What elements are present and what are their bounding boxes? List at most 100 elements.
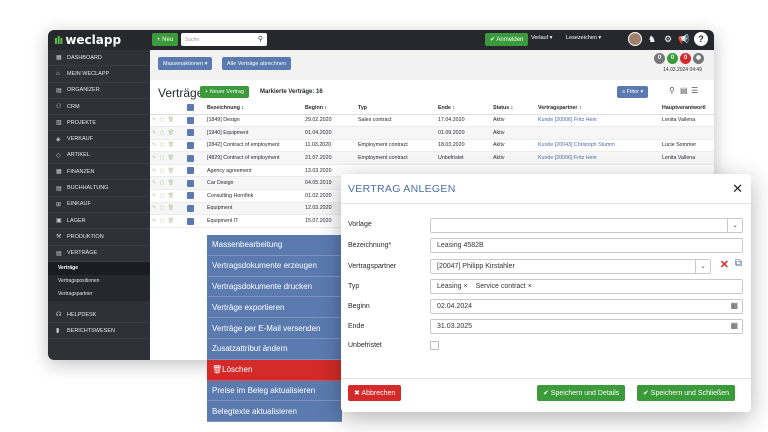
row-action-icons[interactable]: ✎ ▢ 🗑 <box>152 193 175 199</box>
new-contract-button[interactable]: + Neuer Vertrag <box>200 86 249 98</box>
save-close-button[interactable]: ✔ Speichern und Schließen <box>637 385 736 401</box>
type-tag[interactable]: Service contract × <box>476 283 532 290</box>
save-details-button[interactable]: ✔ Speichern und Details <box>537 385 626 401</box>
context-menu-item[interactable]: Vertragsdokumente erzeugen <box>207 255 342 277</box>
avatar[interactable] <box>628 32 642 46</box>
cell-partner[interactable]: Kunde [20006] Fritz Hein <box>536 151 660 165</box>
template-select[interactable]: ⌄ <box>430 218 743 233</box>
filter-button[interactable]: ≡ Filter ▾ <box>617 86 649 98</box>
row-checkbox[interactable] <box>187 204 194 212</box>
status-badge[interactable]: 0 <box>654 53 665 64</box>
type-multiselect[interactable]: Leasing × Service contract × <box>430 279 743 294</box>
context-menu-item[interactable]: Vertragsdokumente drucken <box>207 276 342 298</box>
search-input[interactable]: Suche ⚲ <box>181 33 267 46</box>
type-tag[interactable]: Leasing × <box>437 283 468 290</box>
context-menu-item[interactable]: Massenbearbeitung <box>207 235 342 256</box>
unlimited-checkbox[interactable] <box>430 341 439 350</box>
row-action-icons[interactable]: ✎ ▢ 🗑 <box>152 117 175 123</box>
context-menu-item[interactable]: Zusatzattribut ändern <box>207 338 342 360</box>
sidebar-item-crm[interactable]: ⚇ CRM <box>48 99 150 116</box>
column-header[interactable]: Status ↕ <box>491 102 536 115</box>
sidebar-item-organizer[interactable]: ▤ ORGANIZER <box>48 83 150 99</box>
row-action-icons[interactable]: ✎ ▢ 🗑 <box>152 142 175 148</box>
bookmarks-menu[interactable]: Lesezeichen ▾ <box>566 35 601 41</box>
sidebar-item-dashboard[interactable]: ▦ DASHBOARD <box>48 50 150 67</box>
end-date-field[interactable]: 31.03.2025 ▦ <box>430 319 743 334</box>
row-action-icons[interactable]: ✎ ▢ 🗑 <box>152 218 175 224</box>
search-icon[interactable]: ⚲ <box>669 86 675 95</box>
megaphone-icon[interactable]: 📢 <box>678 33 690 45</box>
sidebar-item-produktion[interactable]: ⚒ PRODUKTION <box>48 229 150 246</box>
sidebar-item-mein-weclapp[interactable]: ⌂ MEIN WECLAPP <box>48 66 150 83</box>
column-header[interactable] <box>185 102 205 115</box>
sidebar-subitem[interactable]: Vertragspositionen <box>48 274 150 288</box>
sidebar-item-helpdesk[interactable]: ☊ HELPDESK <box>48 307 150 324</box>
context-menu-item[interactable]: 🗑 Löschen <box>207 359 342 381</box>
column-header[interactable]: Typ <box>356 102 436 115</box>
sidebar-item-projekte[interactable]: ▥ PROJEKTE <box>48 115 150 132</box>
document-icon[interactable]: ▤ <box>680 86 688 95</box>
sidebar-item-einkauf[interactable]: ⊞ EINKAUF <box>48 197 150 213</box>
context-menu-item[interactable]: Verträge exportieren <box>207 297 342 319</box>
sidebar-item-verkauf[interactable]: ◈ VERKAUF <box>48 131 150 148</box>
context-menu-item[interactable]: Preise im Beleg aktualisieren <box>207 380 342 402</box>
table-row[interactable]: ✎ ▢ 🗑 [1940] Equipment 01.04.2020 01.09.202… <box>150 126 714 140</box>
login-button[interactable]: ✔ Anmelden <box>485 33 529 46</box>
column-header[interactable] <box>150 102 185 115</box>
sidebar-item-verträge[interactable]: ▤ VERTRÄGE <box>48 246 150 262</box>
bill-all-contracts-button[interactable]: Alle Verträge abrechnen <box>222 57 292 70</box>
column-header[interactable]: Vertragspartner ↕ <box>536 102 660 115</box>
table-row[interactable]: ✎ ▢ 🗑 [1849] Design 29.02.2020 Sales contra… <box>150 114 714 128</box>
row-checkbox[interactable] <box>187 217 194 225</box>
eye-icon[interactable]: ◉ <box>693 53 704 64</box>
logo[interactable]: ılı weclapp <box>48 30 150 50</box>
sidebar-item-berichtswesen[interactable]: ▮ BERICHTSWESEN <box>48 323 150 340</box>
column-header[interactable]: Beginn ↕ <box>303 102 356 115</box>
chevron-down-icon[interactable]: ⌄ <box>695 260 710 273</box>
row-action-icons[interactable]: ✎ ▢ 🗑 <box>152 205 175 211</box>
clear-icon[interactable]: ✕ <box>720 258 729 271</box>
notification-icon[interactable]: ♞ <box>646 33 658 45</box>
cell-partner[interactable] <box>536 126 660 140</box>
new-button[interactable]: + Neu <box>152 33 179 46</box>
external-link-icon[interactable]: ⧉ <box>735 258 742 269</box>
sidebar-item-lager[interactable]: ▣ LAGER <box>48 213 150 230</box>
row-checkbox[interactable] <box>187 167 194 175</box>
cancel-button[interactable]: ✖ Abbrechen <box>348 385 402 401</box>
row-checkbox[interactable] <box>187 179 194 187</box>
status-badge[interactable]: 0 <box>667 53 678 64</box>
columns-icon[interactable]: ☰ <box>691 86 698 95</box>
context-menu-item[interactable]: Belegtexte aktualisieren <box>207 401 342 423</box>
row-checkbox[interactable] <box>187 116 194 124</box>
gear-icon[interactable]: ⚙ <box>662 33 674 45</box>
calendar-icon[interactable]: ▦ <box>730 321 738 330</box>
sidebar-item-finanzen[interactable]: ▦ FINANZEN <box>48 164 150 181</box>
row-checkbox[interactable] <box>187 192 194 200</box>
status-badge[interactable]: 0 <box>680 53 691 64</box>
cell-partner[interactable]: Kunde [20043] Christoph Stumm <box>536 139 660 153</box>
row-checkbox[interactable] <box>187 129 194 137</box>
cell-partner[interactable]: Kunde [20006] Fritz Hein <box>536 114 660 128</box>
sidebar-subitem[interactable]: Verträge <box>48 261 150 275</box>
row-checkbox[interactable] <box>187 141 194 149</box>
select-all-checkbox[interactable] <box>187 104 194 112</box>
chevron-down-icon[interactable]: ⌄ <box>727 219 742 232</box>
sidebar-item-artikel[interactable]: ◇ ARTIKEL <box>48 148 150 165</box>
calendar-icon[interactable]: ▦ <box>730 301 738 310</box>
context-menu-item[interactable]: Verträge per E-Mail versenden <box>207 318 342 339</box>
row-action-icons[interactable]: ✎ ▢ 🗑 <box>152 180 175 186</box>
column-header[interactable]: Hauptverantwortl <box>660 102 714 115</box>
row-checkbox[interactable] <box>187 154 194 162</box>
table-row[interactable]: ✎ ▢ 🗑 [2842] Contract of employment 11.03.… <box>150 139 714 153</box>
history-menu[interactable]: Verlauf ▾ <box>531 35 552 41</box>
mass-actions-button[interactable]: Massenaktionen ▾ <box>158 57 213 70</box>
row-action-icons[interactable]: ✎ ▢ 🗑 <box>152 155 175 161</box>
row-action-icons[interactable]: ✎ ▢ 🗑 <box>152 130 175 136</box>
partner-select[interactable]: [20047] Philipp Kirstahler ⌄ <box>430 259 711 274</box>
start-date-field[interactable]: 02.04.2024 ▦ <box>430 299 743 314</box>
name-field[interactable]: Leasing 4582B <box>430 238 743 253</box>
column-header[interactable]: Bezeichnung ↕ <box>205 102 303 115</box>
row-action-icons[interactable]: ✎ ▢ 🗑 <box>152 168 175 174</box>
sidebar-subitem[interactable]: Vertragspartner <box>48 287 150 301</box>
sidebar-item-buchhaltung[interactable]: ▤ BUCHHALTUNG <box>48 180 150 197</box>
